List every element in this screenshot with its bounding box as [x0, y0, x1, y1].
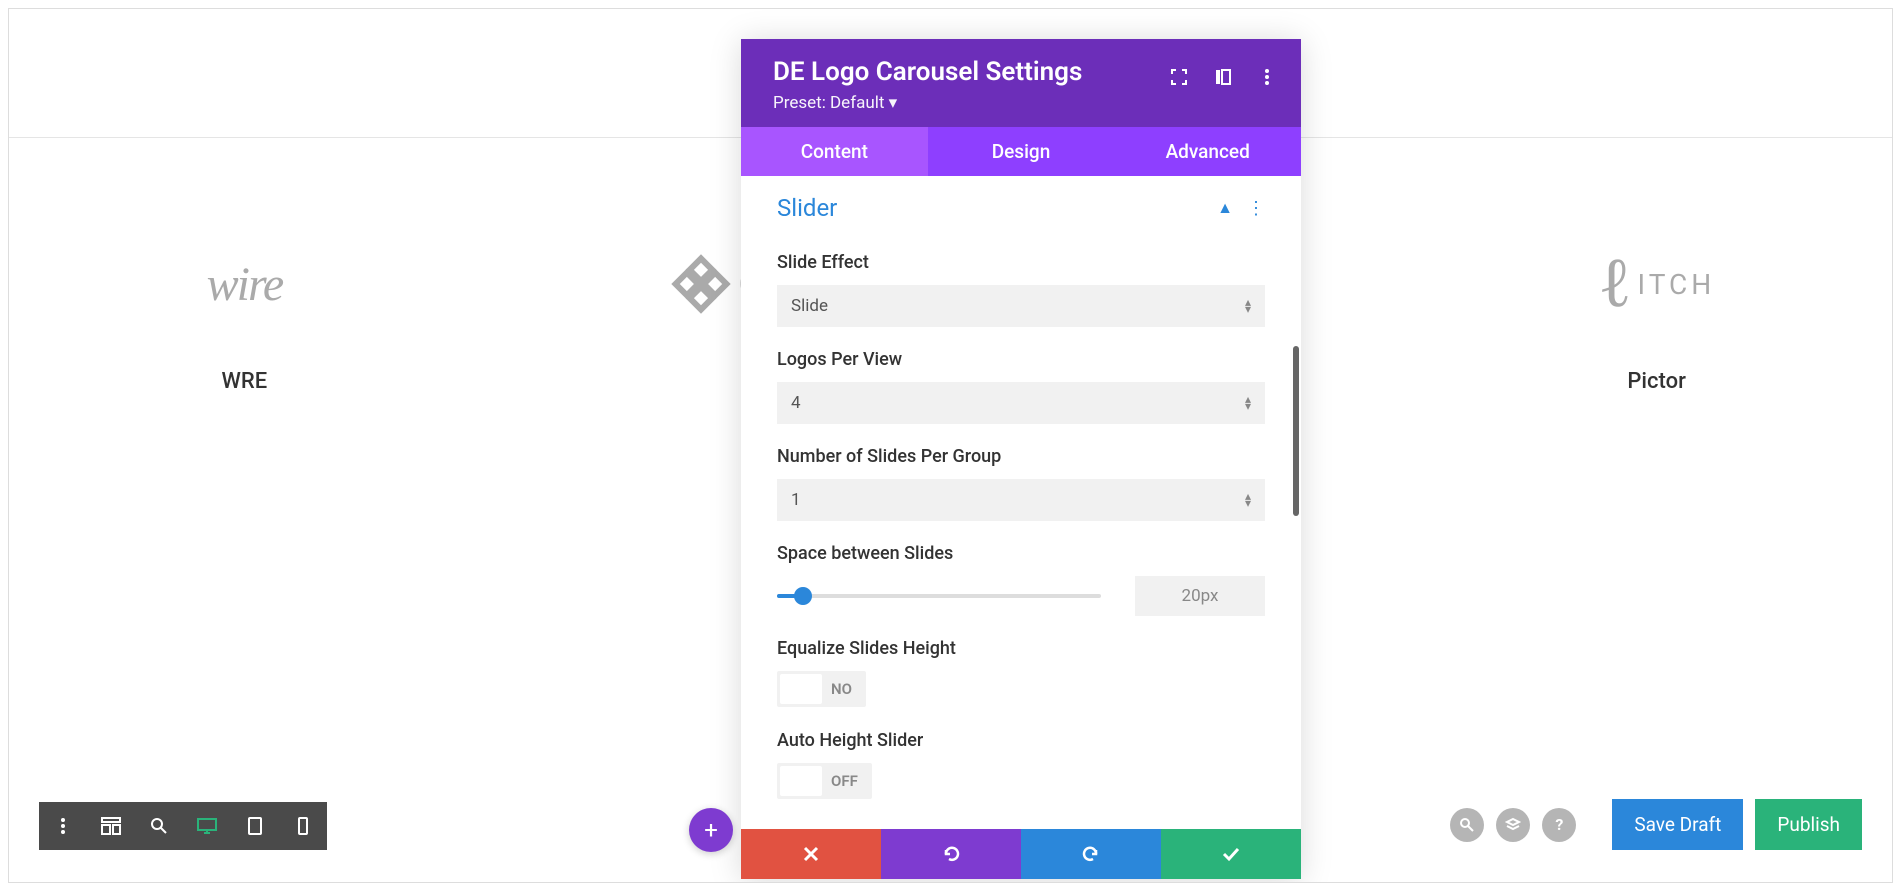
pitch-text: ITCH — [1638, 268, 1716, 301]
modal-preset[interactable]: Preset: Default ▾ — [773, 93, 1269, 113]
close-icon — [802, 845, 820, 863]
modal-body: Slider ▲ ⋮ Slide Effect Slide ▴▾ Logos P… — [741, 176, 1301, 829]
save-draft-button[interactable]: Save Draft — [1612, 799, 1743, 850]
redo-icon — [1081, 844, 1101, 864]
modal-tabs: Content Design Advanced — [741, 127, 1301, 176]
select-slides-per-group[interactable]: 1 ▴▾ — [777, 479, 1265, 521]
toggle-knob — [780, 766, 822, 796]
pitch-logo-graphic: ℓ ITCH — [1598, 244, 1715, 324]
phone-icon[interactable] — [279, 802, 327, 850]
label-space-between: Space between Slides — [777, 543, 1265, 564]
field-slide-effect: Slide Effect Slide ▴▾ — [777, 252, 1265, 327]
section-actions: ▲ ⋮ — [1217, 198, 1265, 219]
add-fab[interactable]: + — [689, 808, 733, 852]
cancel-button[interactable] — [741, 829, 881, 879]
scrollbar-thumb[interactable] — [1293, 346, 1299, 516]
question-mark: ? — [1555, 815, 1563, 834]
bottom-right-actions: ? Save Draft Publish — [1450, 799, 1862, 850]
tab-content[interactable]: Content — [741, 127, 928, 176]
field-auto-height: Auto Height Slider OFF — [777, 730, 1265, 800]
kebab-icon[interactable] — [1257, 67, 1277, 87]
section-kebab-icon[interactable]: ⋮ — [1247, 198, 1265, 219]
modal-header: DE Logo Carousel Settings Preset: Defaul… — [741, 39, 1301, 127]
expand-icon[interactable] — [1169, 67, 1189, 87]
select-logos-per-view[interactable]: 4 ▴▾ — [777, 382, 1265, 424]
save-button[interactable] — [1161, 829, 1301, 879]
wire-logo-graphic: wire — [207, 257, 283, 312]
modal-header-icons — [1169, 67, 1277, 87]
pitch-p-icon: ℓ — [1598, 244, 1636, 324]
logo-item-pictor: ℓ ITCH Pictor — [1557, 239, 1757, 394]
publish-button[interactable]: Publish — [1755, 799, 1862, 850]
label-auto-height: Auto Height Slider — [777, 730, 1265, 751]
tab-design[interactable]: Design — [928, 127, 1115, 176]
logo-caption: Pictor — [1627, 369, 1685, 394]
logo-image-wre: wire — [144, 239, 344, 329]
select-value: 1 — [791, 490, 801, 510]
logo-item-wre: wire WRE — [144, 239, 344, 394]
help-icon[interactable]: ? — [1542, 808, 1576, 842]
check-icon — [1221, 846, 1241, 862]
search-circ-icon[interactable] — [1450, 808, 1484, 842]
zoom-icon[interactable] — [135, 802, 183, 850]
redo-button[interactable] — [1021, 829, 1161, 879]
toggle-equalize-height[interactable]: NO — [777, 671, 866, 707]
section-header[interactable]: Slider ▲ ⋮ — [777, 176, 1265, 230]
modal-footer — [741, 829, 1301, 879]
slider-thumb[interactable] — [794, 587, 812, 605]
undo-icon — [941, 844, 961, 864]
settings-modal: DE Logo Carousel Settings Preset: Defaul… — [741, 39, 1301, 879]
page-canvas: wire WRE C — [8, 8, 1893, 883]
logo-caption: WRE — [222, 369, 268, 394]
select-value: Slide — [791, 296, 828, 316]
toggle-auto-height[interactable]: OFF — [777, 763, 872, 799]
tab-advanced[interactable]: Advanced — [1114, 127, 1301, 176]
desktop-icon[interactable] — [183, 802, 231, 850]
label-slides-per-group: Number of Slides Per Group — [777, 446, 1265, 467]
wireframe-icon[interactable] — [87, 802, 135, 850]
chevron-up-icon[interactable]: ▲ — [1217, 198, 1233, 218]
select-caret-icon: ▴▾ — [1245, 396, 1251, 410]
slider-value-input[interactable]: 20px — [1135, 576, 1265, 616]
field-logos-per-view: Logos Per View 4 ▴▾ — [777, 349, 1265, 424]
label-equalize-height: Equalize Slides Height — [777, 638, 1265, 659]
columns-icon[interactable] — [1213, 67, 1233, 87]
toggle-knob — [780, 674, 822, 704]
toggle-label: OFF — [825, 772, 872, 790]
select-caret-icon: ▴▾ — [1245, 493, 1251, 507]
field-slides-per-group: Number of Slides Per Group 1 ▴▾ — [777, 446, 1265, 521]
toolbar-kebab-icon[interactable] — [39, 802, 87, 850]
select-caret-icon: ▴▾ — [1245, 299, 1251, 313]
undo-button[interactable] — [881, 829, 1021, 879]
toggle-label: NO — [825, 680, 866, 698]
slider-track[interactable] — [777, 594, 1101, 598]
bottom-toolbar — [39, 802, 327, 850]
layers-icon[interactable] — [1496, 808, 1530, 842]
label-slide-effect: Slide Effect — [777, 252, 1265, 273]
select-slide-effect[interactable]: Slide ▴▾ — [777, 285, 1265, 327]
cube-icon — [671, 254, 731, 314]
field-equalize-height: Equalize Slides Height NO — [777, 638, 1265, 708]
section-title: Slider — [777, 194, 837, 222]
tablet-icon[interactable] — [231, 802, 279, 850]
logo-image-pitch: ℓ ITCH — [1557, 239, 1757, 329]
slider-row: 20px — [777, 576, 1265, 616]
label-logos-per-view: Logos Per View — [777, 349, 1265, 370]
select-value: 4 — [791, 393, 801, 413]
field-space-between: Space between Slides 20px — [777, 543, 1265, 616]
